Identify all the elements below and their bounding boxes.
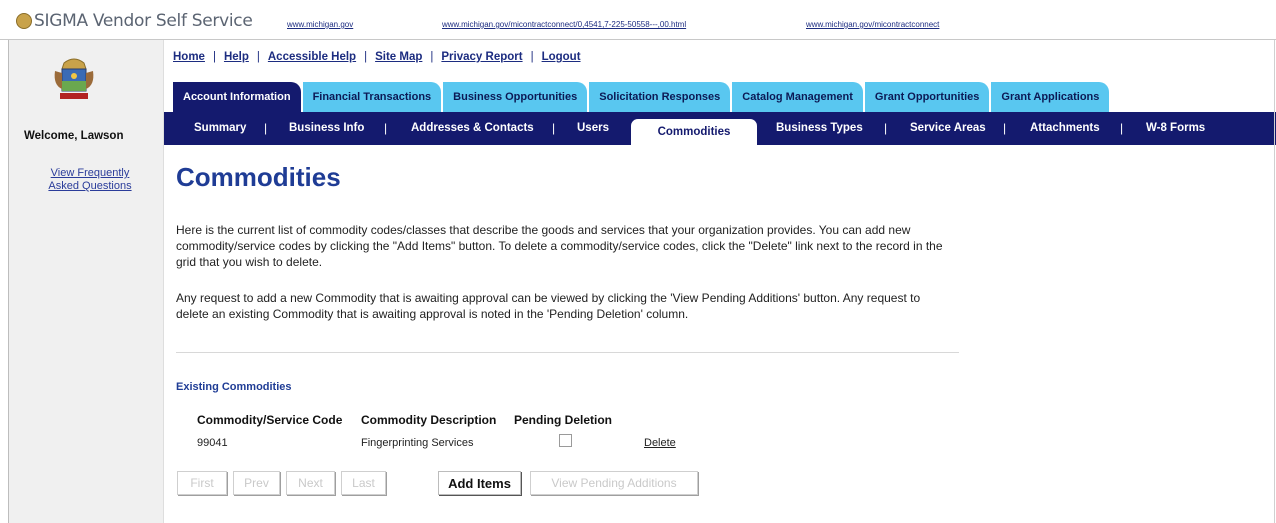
tab-business-opportunities[interactable]: Business Opportunities xyxy=(443,82,588,112)
subnav-separator: | xyxy=(1120,121,1124,135)
tab-financial-transactions[interactable]: Financial Transactions xyxy=(302,82,442,112)
tab-grant-opportunities[interactable]: Grant Opportunities xyxy=(864,82,990,112)
account-subnav: Summary | Business Info | Addresses & Co… xyxy=(164,112,1276,145)
existing-commodities-label: Existing Commodities xyxy=(176,381,292,393)
util-site-map-link[interactable]: Site Map xyxy=(375,51,422,63)
pending-note-paragraph: Any request to add a new Commodity that … xyxy=(176,291,921,321)
subnav-separator: | xyxy=(1003,121,1007,135)
subnav-commodities[interactable]: Commodities xyxy=(631,119,757,145)
util-separator: | xyxy=(364,51,368,63)
link-micontractconnect[interactable]: www.michigan.gov/micontractconnect xyxy=(806,20,939,29)
subnav-separator: | xyxy=(384,121,388,135)
util-home-link[interactable]: Home xyxy=(173,51,205,63)
faq-link-line2: Asked Questions xyxy=(48,180,132,192)
subnav-users[interactable]: Users xyxy=(577,112,609,145)
prev-button[interactable]: Prev xyxy=(233,471,280,495)
subnav-summary[interactable]: Summary xyxy=(194,112,246,145)
welcome-text: Welcome, Lawson xyxy=(24,130,124,142)
subnav-w8-forms[interactable]: W-8 Forms xyxy=(1146,112,1205,145)
subnav-separator: | xyxy=(552,121,556,135)
tab-solicitation-responses[interactable]: Solicitation Responses xyxy=(589,82,731,112)
subnav-addresses-contacts[interactable]: Addresses & Contacts xyxy=(411,112,534,145)
pending-deletion-checkbox[interactable] xyxy=(559,434,572,447)
last-button[interactable]: Last xyxy=(341,471,386,495)
subnav-attachments[interactable]: Attachments xyxy=(1030,112,1100,145)
util-privacy-report-link[interactable]: Privacy Report xyxy=(441,51,522,63)
header-commodity-description: Commodity Description xyxy=(361,413,497,427)
primary-tabs: Account Information Financial Transactio… xyxy=(173,82,1111,112)
link-michigan-gov[interactable]: www.michigan.gov xyxy=(287,20,353,29)
subnav-business-types[interactable]: Business Types xyxy=(776,112,863,145)
util-separator: | xyxy=(530,51,534,63)
header-commodity-code: Commodity/Service Code xyxy=(197,413,343,427)
utility-nav: Home | Help | Accessible Help | Site Map | P… xyxy=(173,51,581,63)
subnav-business-info[interactable]: Business Info xyxy=(289,112,364,145)
faq-link[interactable]: View Frequently Asked Questions xyxy=(40,167,140,193)
tab-account-information[interactable]: Account Information xyxy=(173,82,301,112)
cell-commodity-description: Fingerprinting Services xyxy=(361,437,474,449)
brand-title: SIGMA Vendor Self Service xyxy=(34,11,253,31)
michigan-seal-icon xyxy=(54,58,94,99)
view-pending-additions-button[interactable]: View Pending Additions xyxy=(530,471,698,495)
subnav-separator: | xyxy=(264,121,268,135)
page-title: Commodities xyxy=(176,162,341,192)
cell-commodity-code: 99041 xyxy=(197,437,228,449)
right-border xyxy=(1274,40,1275,523)
first-button[interactable]: First xyxy=(177,471,227,495)
tab-catalog-management[interactable]: Catalog Management xyxy=(732,82,863,112)
subnav-service-areas[interactable]: Service Areas xyxy=(910,112,986,145)
util-separator: | xyxy=(212,51,216,63)
next-button[interactable]: Next xyxy=(286,471,335,495)
sigma-brand: SIGMA Vendor Self Service xyxy=(16,8,253,34)
util-help-link[interactable]: Help xyxy=(224,51,249,63)
util-logout-link[interactable]: Logout xyxy=(542,51,581,63)
add-items-button[interactable]: Add Items xyxy=(438,471,521,495)
subnav-separator: | xyxy=(884,121,888,135)
faq-link-line1: View Frequently xyxy=(50,167,130,179)
intro-paragraph: Here is the current list of commodity co… xyxy=(176,223,943,269)
util-accessible-help-link[interactable]: Accessible Help xyxy=(268,51,356,63)
link-micontractconnect-page[interactable]: www.michigan.gov/micontractconnect/0,454… xyxy=(442,20,686,29)
browser-link-bar: SIGMA Vendor Self Service www.michigan.g… xyxy=(0,0,1276,40)
delete-link[interactable]: Delete xyxy=(644,437,676,449)
util-separator: | xyxy=(256,51,260,63)
tab-grant-applications[interactable]: Grant Applications xyxy=(991,82,1110,112)
left-sidebar xyxy=(8,40,164,523)
section-divider xyxy=(176,352,959,353)
left-border xyxy=(8,40,9,523)
michigan-seal-icon xyxy=(16,13,32,29)
header-pending-deletion: Pending Deletion xyxy=(514,413,613,427)
util-separator: | xyxy=(430,51,434,63)
